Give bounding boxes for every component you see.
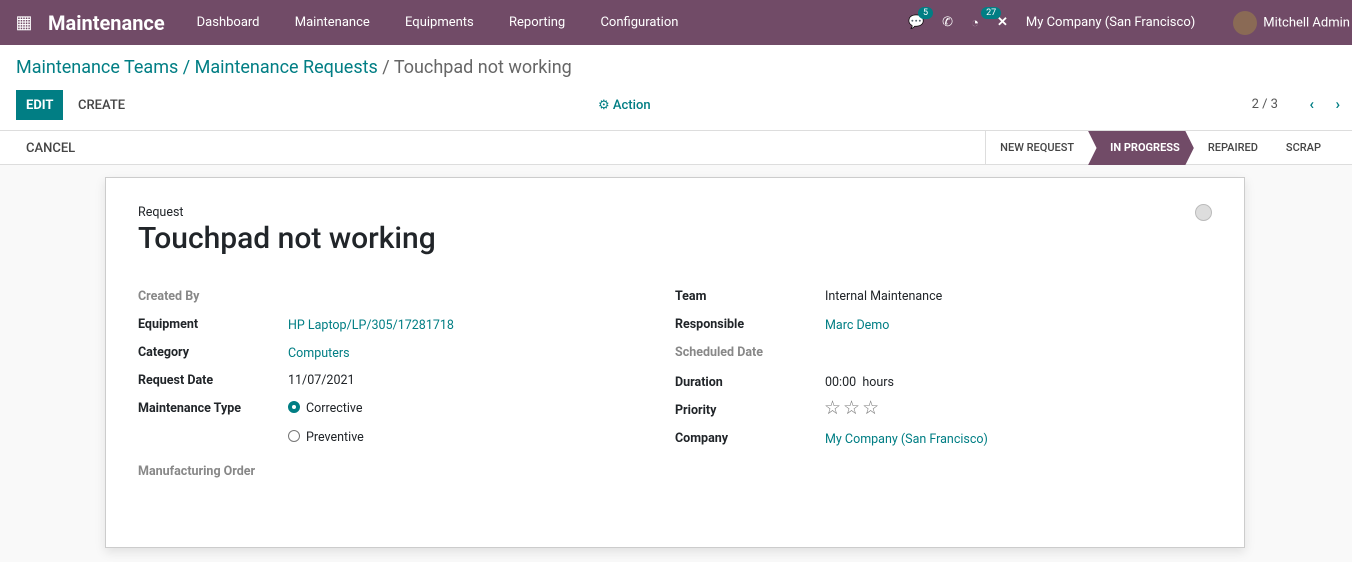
breadcrumb-current: Touchpad not working	[393, 57, 572, 78]
request-date-value: 11/07/2021	[288, 373, 355, 388]
stage-scrap[interactable]: SCRAP	[1272, 131, 1335, 165]
corrective-label: Corrective	[306, 401, 363, 416]
next-icon[interactable]: ›	[1335, 95, 1340, 113]
responsible-label: Responsible	[675, 317, 745, 332]
equipment-label: Equipment	[138, 317, 199, 332]
activities-icon[interactable]: ◔ 27	[971, 6, 1002, 31]
radio-preventive[interactable]: Preventive	[288, 430, 364, 445]
star-icon[interactable]: ☆	[843, 396, 862, 419]
user-menu[interactable]: Mitchell Admin	[1233, 10, 1350, 35]
action-label: Action	[612, 98, 651, 113]
stage-repaired[interactable]: REPAIRED	[1194, 131, 1272, 165]
top-navbar: ▦ Maintenance Dashboard Maintenance Equi…	[0, 0, 1352, 45]
responsible-value[interactable]: Marc Demo	[825, 318, 889, 333]
menu-dashboard[interactable]: Dashboard	[181, 15, 276, 30]
breadcrumb-teams[interactable]: Maintenance Teams	[16, 57, 178, 78]
category-value[interactable]: Computers	[288, 346, 350, 361]
tools-icon[interactable]: ✕	[997, 15, 1008, 30]
preventive-label: Preventive	[306, 430, 364, 445]
previous-icon[interactable]: ‹	[1309, 95, 1314, 113]
action-button[interactable]: ⚙ Action	[588, 90, 661, 120]
edit-button[interactable]: EDIT	[16, 90, 64, 120]
stage-pipeline: NEW REQUEST IN PROGRESS REPAIRED SCRAP	[985, 131, 1335, 165]
priority-stars[interactable]: ☆☆☆	[824, 396, 881, 419]
radio-corrective[interactable]: Corrective	[288, 401, 363, 416]
equipment-value[interactable]: HP Laptop/LP/305/17281718	[288, 318, 454, 333]
control-panel: Maintenance Teams / Maintenance Requests…	[0, 45, 1352, 131]
team-label: Team	[675, 289, 707, 304]
apps-menu-icon[interactable]: ▦	[0, 12, 48, 33]
star-icon[interactable]: ☆	[862, 396, 881, 419]
duration-number: 00:00	[825, 375, 857, 390]
scheduled-date-label: Scheduled Date	[675, 345, 763, 360]
duration-unit: hours	[862, 375, 894, 390]
request-date-label: Request Date	[138, 373, 214, 388]
company-label: Company	[675, 431, 729, 446]
kanban-state-icon[interactable]	[1195, 204, 1212, 221]
priority-label: Priority	[675, 403, 717, 418]
breadcrumb-requests[interactable]: Maintenance Requests	[195, 57, 378, 78]
menu-maintenance[interactable]: Maintenance	[279, 15, 386, 30]
team-value: Internal Maintenance	[825, 289, 943, 304]
avatar	[1233, 10, 1258, 35]
star-icon[interactable]: ☆	[824, 396, 843, 419]
duration-label: Duration	[675, 375, 723, 390]
user-name: Mitchell Admin	[1263, 14, 1350, 30]
stage-new-request[interactable]: NEW REQUEST	[986, 131, 1088, 165]
stage-in-progress[interactable]: IN PROGRESS	[1088, 131, 1194, 165]
maintenance-type-label: Maintenance Type	[138, 401, 242, 416]
created-by-label: Created By	[138, 289, 200, 304]
duration-value: 00:00 hours	[825, 375, 894, 390]
app-brand[interactable]: Maintenance	[48, 11, 165, 35]
form-sheet: Request Touchpad not working Created By …	[105, 177, 1245, 548]
request-title: Touchpad not working	[138, 221, 436, 256]
menu-configuration[interactable]: Configuration	[584, 15, 694, 30]
cancel-button[interactable]: CANCEL	[26, 141, 75, 156]
menu-equipments[interactable]: Equipments	[389, 15, 490, 30]
create-button[interactable]: CREATE	[68, 90, 135, 120]
company-switcher[interactable]: My Company (San Francisco)	[1026, 15, 1195, 30]
gear-icon: ⚙	[598, 98, 613, 113]
messages-badge: 5	[917, 7, 934, 19]
manufacturing-order-label: Manufacturing Order	[138, 464, 256, 479]
status-bar: CANCEL NEW REQUEST IN PROGRESS REPAIRED …	[0, 131, 1352, 165]
request-label: Request	[138, 205, 184, 220]
messages-icon[interactable]: 💬 5	[908, 7, 934, 30]
menu-reporting[interactable]: Reporting	[493, 15, 581, 30]
phone-icon[interactable]: ✆	[942, 15, 953, 30]
category-label: Category	[138, 345, 190, 360]
breadcrumb: Maintenance Teams / Maintenance Requests…	[16, 57, 572, 78]
pager-value[interactable]: 2 / 3	[1252, 97, 1278, 112]
company-value[interactable]: My Company (San Francisco)	[825, 432, 988, 447]
